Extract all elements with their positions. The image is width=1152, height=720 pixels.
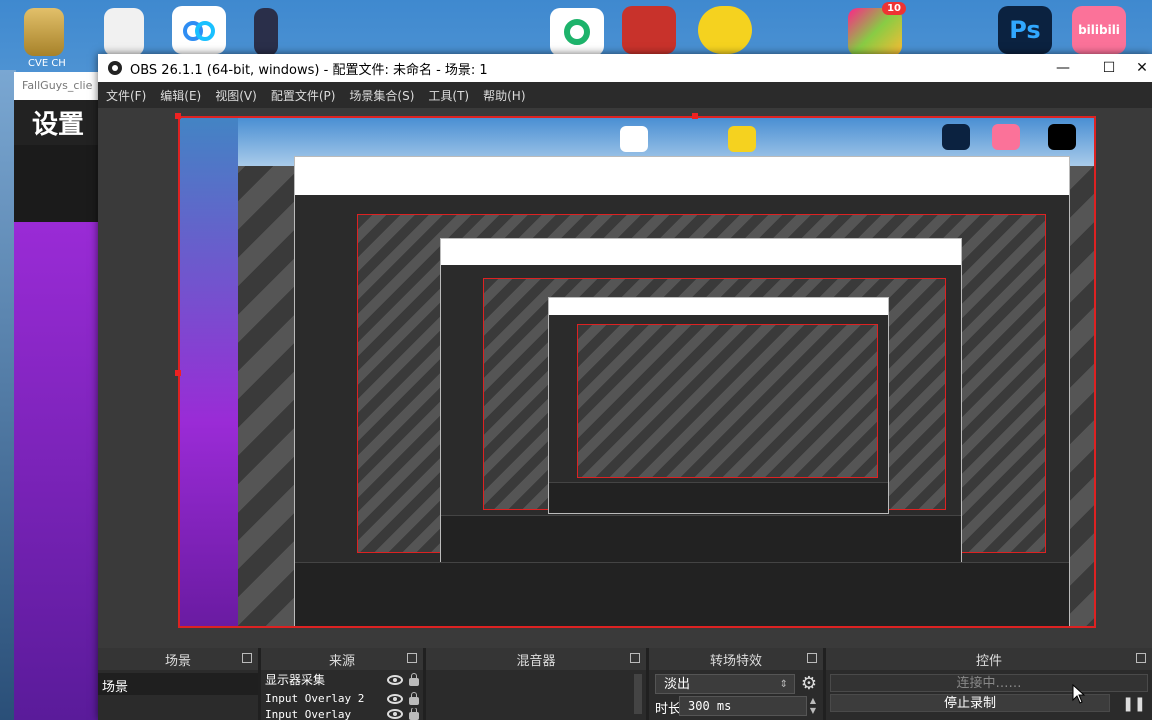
resize-handle-tl[interactable] xyxy=(175,113,181,119)
menu-edit[interactable]: 编辑(E) xyxy=(154,87,207,104)
nested-titlebar xyxy=(549,298,889,316)
resize-handle-tm[interactable] xyxy=(692,113,698,119)
undock-icon[interactable] xyxy=(1136,653,1146,663)
desktop-icon-label: CVE CH xyxy=(28,58,66,69)
nested-docks xyxy=(549,481,889,513)
maximize-button[interactable]: ☐ xyxy=(1086,54,1132,82)
undock-icon[interactable] xyxy=(242,653,252,663)
transition-selected-value: 淡出 xyxy=(664,677,691,692)
nested-docks xyxy=(441,515,962,562)
source-item[interactable]: 显示器采集 xyxy=(261,670,423,689)
preview-bilibili-icon xyxy=(992,124,1020,150)
menu-help[interactable]: 帮助(H) xyxy=(477,87,531,104)
close-button[interactable]: ✕ xyxy=(1132,54,1152,82)
transitions-dock-title: 转场特效 xyxy=(709,653,762,669)
pause-recording-button[interactable]: ❚❚ xyxy=(1120,694,1148,714)
nested-docks xyxy=(295,561,1069,626)
mixer-dock: 混音器 xyxy=(426,648,646,720)
sources-dock-title: 来源 xyxy=(328,653,355,669)
source-name: Input Overlay xyxy=(265,708,352,720)
nested-obs-preview-2 xyxy=(440,238,963,563)
mixer-dock-title: 混音器 xyxy=(516,653,556,669)
mouse-cursor-icon xyxy=(1072,684,1086,704)
lock-icon[interactable] xyxy=(409,672,419,686)
controls-dock-header: 控件 xyxy=(826,648,1152,670)
preview-desktop-left xyxy=(180,118,238,626)
nested-obs-preview-3 xyxy=(548,297,890,514)
streaming-status-button[interactable]: 连接中…… xyxy=(830,674,1148,692)
nested-titlebar xyxy=(295,157,1069,195)
photoshop-icon[interactable]: Ps xyxy=(998,6,1052,54)
baidu-netdisk-glyph xyxy=(183,21,215,41)
source-item[interactable]: Input Overlay 2 xyxy=(261,689,423,708)
menu-bar: 文件(F) 编辑(E) 视图(V) 配置文件(P) 场景集合(S) 工具(T) … xyxy=(98,82,1152,108)
baidu-netdisk-icon[interactable] xyxy=(172,6,226,54)
obs-window[interactable]: OBS 26.1.1 (64-bit, windows) - 配置文件: 未命名… xyxy=(98,54,1152,720)
lock-icon[interactable] xyxy=(409,708,419,720)
scenes-dock-title: 场景 xyxy=(164,653,191,669)
scene-list-item[interactable]: 场景 xyxy=(98,673,258,695)
menu-view[interactable]: 视图(V) xyxy=(209,87,263,104)
minimize-button[interactable]: — xyxy=(1040,54,1086,82)
source-name: 显示器采集 xyxy=(265,673,326,687)
music-icon[interactable] xyxy=(698,6,752,54)
transitions-dock: 转场特效 淡出 ⇕ ⚙ 时长 300 ms ▲ ▼ xyxy=(649,648,823,720)
chevron-updown-icon: ⇕ xyxy=(779,679,788,690)
preview-canvas[interactable] xyxy=(178,116,1096,628)
menu-profile[interactable]: 配置文件(P) xyxy=(265,87,342,104)
preview-ps-icon xyxy=(942,124,970,150)
nested-preview xyxy=(356,213,1046,563)
gear-icon[interactable]: ⚙ xyxy=(799,674,819,694)
scenes-dock-header: 场景 xyxy=(98,648,258,670)
folder-icon[interactable] xyxy=(24,8,64,56)
duration-spinner[interactable]: ▲ ▼ xyxy=(807,696,819,716)
game-icon[interactable] xyxy=(622,6,676,54)
transitions-dock-header: 转场特效 xyxy=(649,648,823,670)
sources-dock-header: 来源 xyxy=(261,648,423,670)
green-ring-glyph xyxy=(564,19,590,45)
dock-area: 场景 场景 来源 显示器采集 Input Overlay 2 Input Ove… xyxy=(98,648,1152,720)
visibility-eye-icon[interactable] xyxy=(387,693,403,704)
menu-scene-collection[interactable]: 场景集合(S) xyxy=(343,87,420,104)
preview-area[interactable] xyxy=(98,108,1152,648)
preview-music-icon xyxy=(728,126,756,152)
nested-preview xyxy=(482,277,946,514)
preview-green-icon xyxy=(620,126,648,152)
undock-icon[interactable] xyxy=(407,653,417,663)
window-title: OBS 26.1.1 (64-bit, windows) - 配置文件: 未命名… xyxy=(130,62,488,78)
app-icon[interactable] xyxy=(254,8,278,56)
controls-dock-title: 控件 xyxy=(975,653,1002,669)
green-app-icon[interactable] xyxy=(550,8,604,56)
nested-titlebar xyxy=(441,239,962,266)
bilibili-icon[interactable]: bilibili xyxy=(1072,6,1126,54)
transition-select[interactable]: 淡出 ⇕ xyxy=(655,674,795,694)
nested-preview xyxy=(576,324,879,479)
obs-titlebar[interactable]: OBS 26.1.1 (64-bit, windows) - 配置文件: 未命名… xyxy=(98,54,1152,82)
undock-icon[interactable] xyxy=(630,653,640,663)
mixer-scrollbar[interactable] xyxy=(634,674,642,714)
controls-dock: 控件 连接中…… 停止录制 ❚❚ xyxy=(826,648,1152,720)
menu-tools[interactable]: 工具(T) xyxy=(422,87,475,104)
menu-file[interactable]: 文件(F) xyxy=(100,87,152,104)
notification-badge: 10 xyxy=(882,2,906,15)
scenes-dock: 场景 场景 xyxy=(98,648,258,720)
obs-logo-icon xyxy=(108,61,122,75)
duration-label: 时长 xyxy=(655,702,682,717)
visibility-eye-icon[interactable] xyxy=(387,674,403,685)
nested-obs-preview-1 xyxy=(294,156,1070,626)
undock-icon[interactable] xyxy=(807,653,817,663)
mixer-dock-header: 混音器 xyxy=(426,648,646,670)
visibility-eye-icon[interactable] xyxy=(387,709,403,719)
file-icon[interactable] xyxy=(104,8,144,56)
resize-handle-ml[interactable] xyxy=(175,370,181,376)
preview-capcut-icon xyxy=(1048,124,1076,150)
stop-recording-button[interactable]: 停止录制 xyxy=(830,694,1110,712)
colorful-app-icon[interactable]: 10 xyxy=(848,2,906,56)
lock-icon[interactable] xyxy=(409,691,419,705)
duration-input[interactable]: 300 ms xyxy=(679,696,807,716)
source-item[interactable]: Input Overlay xyxy=(261,708,423,720)
sources-dock: 来源 显示器采集 Input Overlay 2 Input Overlay xyxy=(261,648,423,720)
source-name: Input Overlay 2 xyxy=(265,692,365,705)
